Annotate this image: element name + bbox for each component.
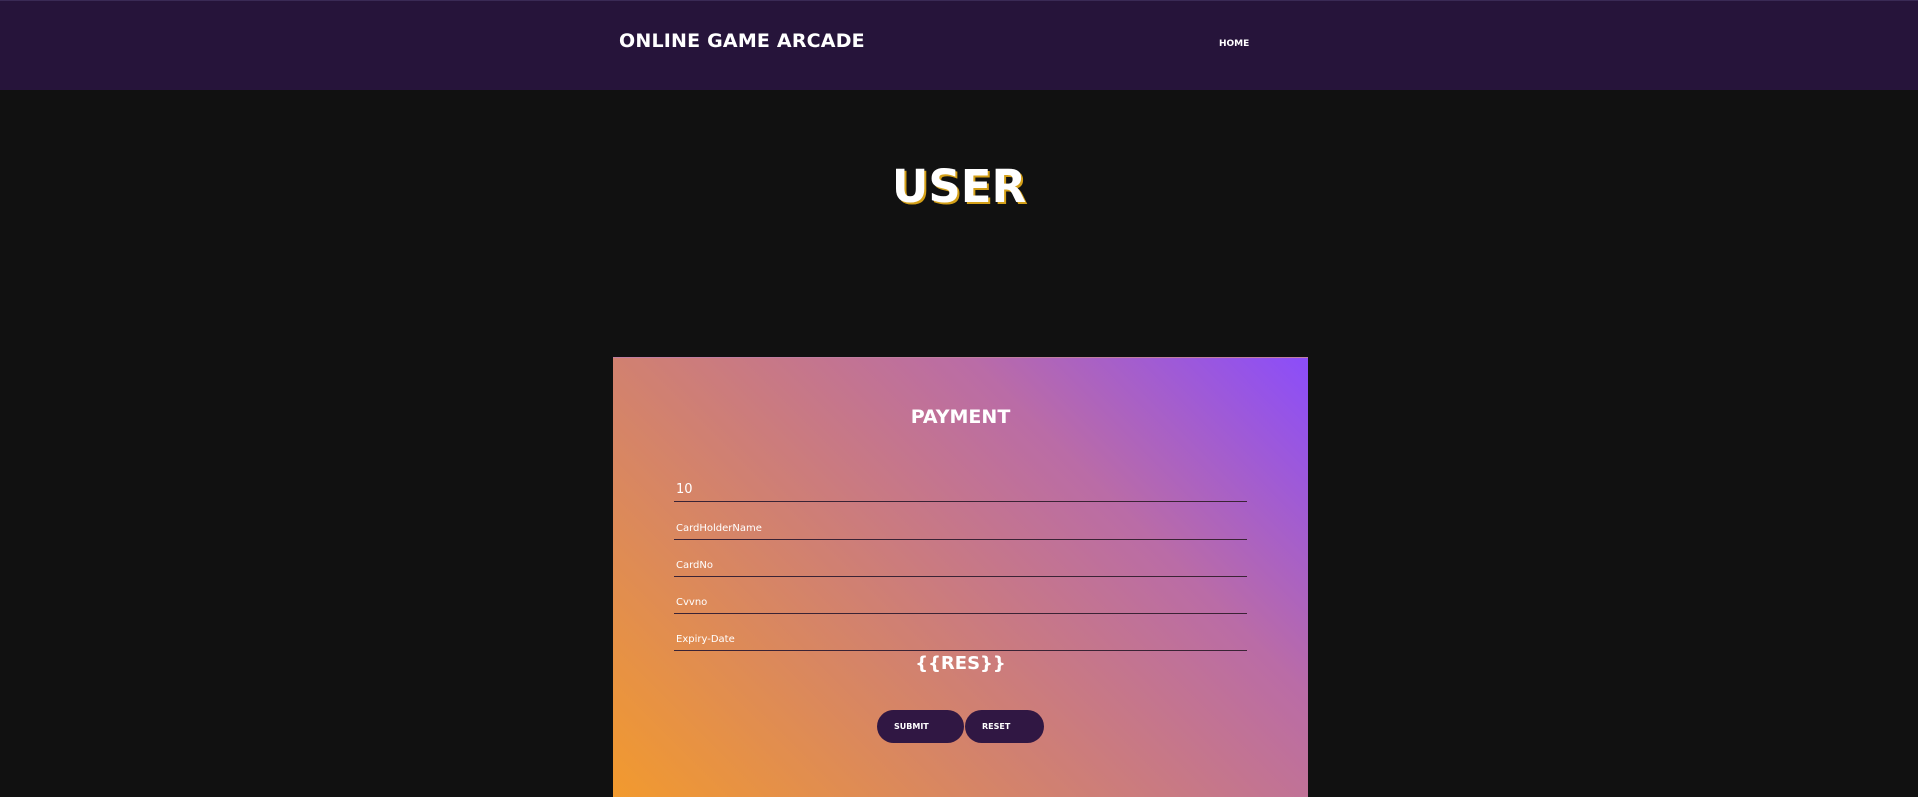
card-holder-field-wrapper: [674, 516, 1247, 540]
submit-button[interactable]: SUBMIT: [877, 710, 964, 743]
cvv-input[interactable]: [674, 591, 1247, 614]
amount-field-wrapper: [674, 478, 1247, 502]
site-brand[interactable]: ONLINE GAME ARCADE: [619, 30, 865, 52]
card-holder-name-input[interactable]: [674, 517, 1247, 540]
card-no-field-wrapper: [674, 553, 1247, 577]
expiry-date-input[interactable]: [674, 628, 1247, 651]
amount-input[interactable]: [674, 478, 1247, 501]
payment-title: PAYMENT: [910, 406, 1011, 428]
expiry-field-wrapper: [674, 627, 1247, 651]
reset-button[interactable]: RESET: [965, 710, 1044, 743]
payment-card: PAYMENT {{RES}} SUBMIT RESET: [613, 357, 1308, 797]
card-number-input[interactable]: [674, 554, 1247, 577]
cvv-field-wrapper: [674, 590, 1247, 614]
page-title: USER: [891, 160, 1027, 213]
result-text: {{RES}}: [915, 653, 1006, 674]
nav-home-link[interactable]: HOME: [1219, 39, 1249, 49]
top-navbar: ONLINE GAME ARCADE HOME: [0, 0, 1918, 90]
